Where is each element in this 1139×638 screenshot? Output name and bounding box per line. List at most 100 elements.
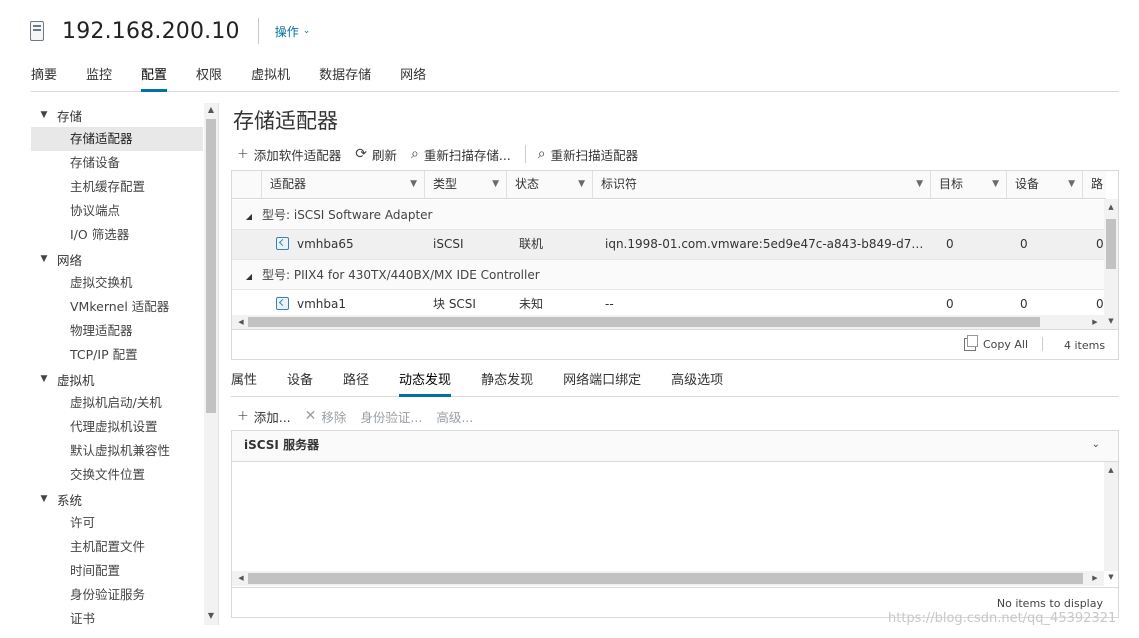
adapter-toolbar: + 添加软件适配器 ⟳ 刷新 ⌕ 重新扫描存储... ⌕ 重新扫描适配器 [237,143,652,165]
column-header-adapter[interactable]: 适配器 ▼ [262,171,425,199]
column-label: 目标 [939,177,964,191]
column-header-status[interactable]: 状态 ▼ [507,171,593,199]
rescan-adapter-button[interactable]: ⌕ 重新扫描适配器 [538,145,638,164]
tab-datastores[interactable]: 数据存储 [319,56,371,91]
toolbar-divider [524,145,526,163]
scrollbar-thumb[interactable] [206,119,216,413]
actions-menu[interactable]: 操作 ⌄ [275,23,311,40]
tab-properties[interactable]: 属性 [231,367,257,396]
panel-vertical-scrollbar[interactable]: ▲ [1104,462,1118,571]
scroll-right-arrow-icon[interactable]: ▶ [1088,315,1102,329]
sidebar-item-agent-vm-settings[interactable]: 代理虚拟机设置 [31,415,203,439]
collapse-triangle-icon[interactable]: ▼ [31,494,57,504]
panel-header: iSCSI 服务器 ⌄ [232,431,1118,462]
tab-vms[interactable]: 虚拟机 [251,56,290,91]
column-header-type[interactable]: 类型 ▼ [425,171,507,199]
sidebar-item-io-filters[interactable]: I/O 筛选器 [31,223,203,247]
copy-all-button[interactable]: Copy All [964,335,1028,351]
discovery-toolbar: + 添加... ✕ 移除 身份验证... 高级... [237,405,487,427]
scrollbar-thumb[interactable] [1106,219,1116,269]
filter-icon[interactable]: ▼ [410,171,417,198]
filter-icon[interactable]: ▼ [492,171,499,198]
sidebar-item-protocol-endpoints[interactable]: 协议端点 [31,199,203,223]
rescan-storage-button[interactable]: ⌕ 重新扫描存储... [411,145,511,164]
sidebar-item-vm-startup[interactable]: 虚拟机启动/关机 [31,391,203,415]
expand-triangle-icon[interactable]: ◢ [236,202,262,232]
add-target-button[interactable]: + 添加... [237,407,291,426]
remove-button[interactable]: ✕ 移除 [305,407,347,426]
add-software-adapter-button[interactable]: + 添加软件适配器 [237,145,341,164]
tab-advanced-options[interactable]: 高级选项 [671,367,723,396]
column-header-targets[interactable]: 目标 ▼ [931,171,1007,199]
sidebar-item-host-cache[interactable]: 主机缓存配置 [31,175,203,199]
tab-paths[interactable]: 路径 [343,367,369,396]
sidebar-item-certificate[interactable]: 证书 [31,607,203,625]
sidebar-item-virtual-switches[interactable]: 虚拟交换机 [31,271,203,295]
tab-configure[interactable]: 配置 [141,56,168,92]
column-label: 设备 [1015,177,1040,191]
filter-icon[interactable]: ▼ [916,171,923,198]
sidebar-item-physical-adapters[interactable]: 物理适配器 [31,319,203,343]
scroll-left-arrow-icon[interactable]: ◀ [234,315,248,329]
scroll-down-arrow-icon[interactable]: ▼ [1104,317,1118,325]
grid-vertical-scrollbar[interactable]: ▲ [1104,199,1118,329]
sidebar-item-vmkernel-adapters[interactable]: VMkernel 适配器 [31,295,203,319]
scroll-down-arrow-icon[interactable]: ▼ [204,609,218,623]
sidebar-category-storage[interactable]: ▼ 存储 [31,103,203,127]
tab-static-discovery[interactable]: 静态发现 [481,367,533,396]
sidebar-category-virtual-machines[interactable]: ▼ 虚拟机 [31,367,203,391]
sidebar-item-tcpip-config[interactable]: TCP/IP 配置 [31,343,203,367]
group-row-piix4[interactable]: ◢ 型号: PIIX4 for 430TX/440BX/MX IDE Contro… [232,260,1106,290]
sidebar-item-host-profile[interactable]: 主机配置文件 [31,535,203,559]
scrollbar-thumb[interactable] [248,573,1083,584]
tab-summary[interactable]: 摘要 [31,56,57,91]
tab-dynamic-discovery[interactable]: 动态发现 [399,367,452,397]
scrollbar-thumb[interactable] [248,317,1040,327]
collapse-triangle-icon[interactable]: ▼ [31,110,57,120]
sidebar-category-system[interactable]: ▼ 系统 [31,487,203,511]
sidebar-scrollbar[interactable]: ▲ ▼ [204,103,218,625]
advanced-button[interactable]: 高级... [436,407,473,426]
sidebar-item-swap-file-location[interactable]: 交换文件位置 [31,463,203,487]
collapse-triangle-icon[interactable]: ▼ [31,254,57,264]
filter-icon[interactable]: ▼ [992,171,999,198]
authentication-button[interactable]: 身份验证... [360,407,422,426]
group-row-iscsi[interactable]: ◢ 型号: iSCSI Software Adapter [232,200,1106,230]
tab-monitor[interactable]: 监控 [86,56,112,91]
sidebar-item-default-vm-compat[interactable]: 默认虚拟机兼容性 [31,439,203,463]
refresh-button[interactable]: ⟳ 刷新 [355,145,397,164]
panel-horizontal-scrollbar[interactable]: ◀ ▶ [232,571,1104,586]
chevron-down-icon[interactable]: ⌄ [1092,439,1100,450]
button-label: 添加软件适配器 [253,147,342,163]
column-label: 标识符 [601,177,638,191]
tab-devices[interactable]: 设备 [287,367,313,396]
column-header-paths[interactable]: 路 [1083,171,1106,199]
grid-horizontal-scrollbar[interactable]: ◀ ▶ [232,315,1106,329]
scroll-left-arrow-icon[interactable]: ◀ [234,571,248,586]
table-row[interactable]: vmhba65 iSCSI 联机 iqn.1998-01.com.vmware:… [232,230,1106,260]
column-header-identifier[interactable]: 标识符 ▼ [593,171,931,199]
host-server-icon [30,21,44,41]
sidebar-category-networking[interactable]: ▼ 网络 [31,247,203,271]
host-title: 192.168.200.10 [62,18,240,44]
sidebar-item-storage-devices[interactable]: 存储设备 [31,151,203,175]
scroll-up-arrow-icon[interactable]: ▲ [1104,203,1118,211]
expand-triangle-icon[interactable]: ◢ [236,262,262,292]
filter-icon[interactable]: ▼ [578,171,585,198]
column-header-devices[interactable]: 设备 ▼ [1007,171,1083,199]
scroll-right-arrow-icon[interactable]: ▶ [1088,571,1102,586]
scroll-down-arrow-icon[interactable]: ▼ [1104,573,1118,581]
scroll-up-arrow-icon[interactable]: ▲ [1104,466,1118,474]
tab-permissions[interactable]: 权限 [196,56,222,91]
main-tabs: 摘要 监控 配置 权限 虚拟机 数据存储 网络 [31,56,1119,92]
sidebar-item-auth-services[interactable]: 身份验证服务 [31,583,203,607]
tab-port-binding[interactable]: 网络端口绑定 [563,367,641,396]
button-label: 重新扫描存储... [423,147,511,163]
sidebar-item-licensing[interactable]: 许可 [31,511,203,535]
collapse-triangle-icon[interactable]: ▼ [31,374,57,384]
filter-icon[interactable]: ▼ [1068,171,1075,198]
sidebar-item-time-config[interactable]: 时间配置 [31,559,203,583]
tab-networks[interactable]: 网络 [400,56,426,91]
sidebar-item-storage-adapters[interactable]: 存储适配器 [31,127,203,151]
scroll-up-arrow-icon[interactable]: ▲ [204,103,218,117]
